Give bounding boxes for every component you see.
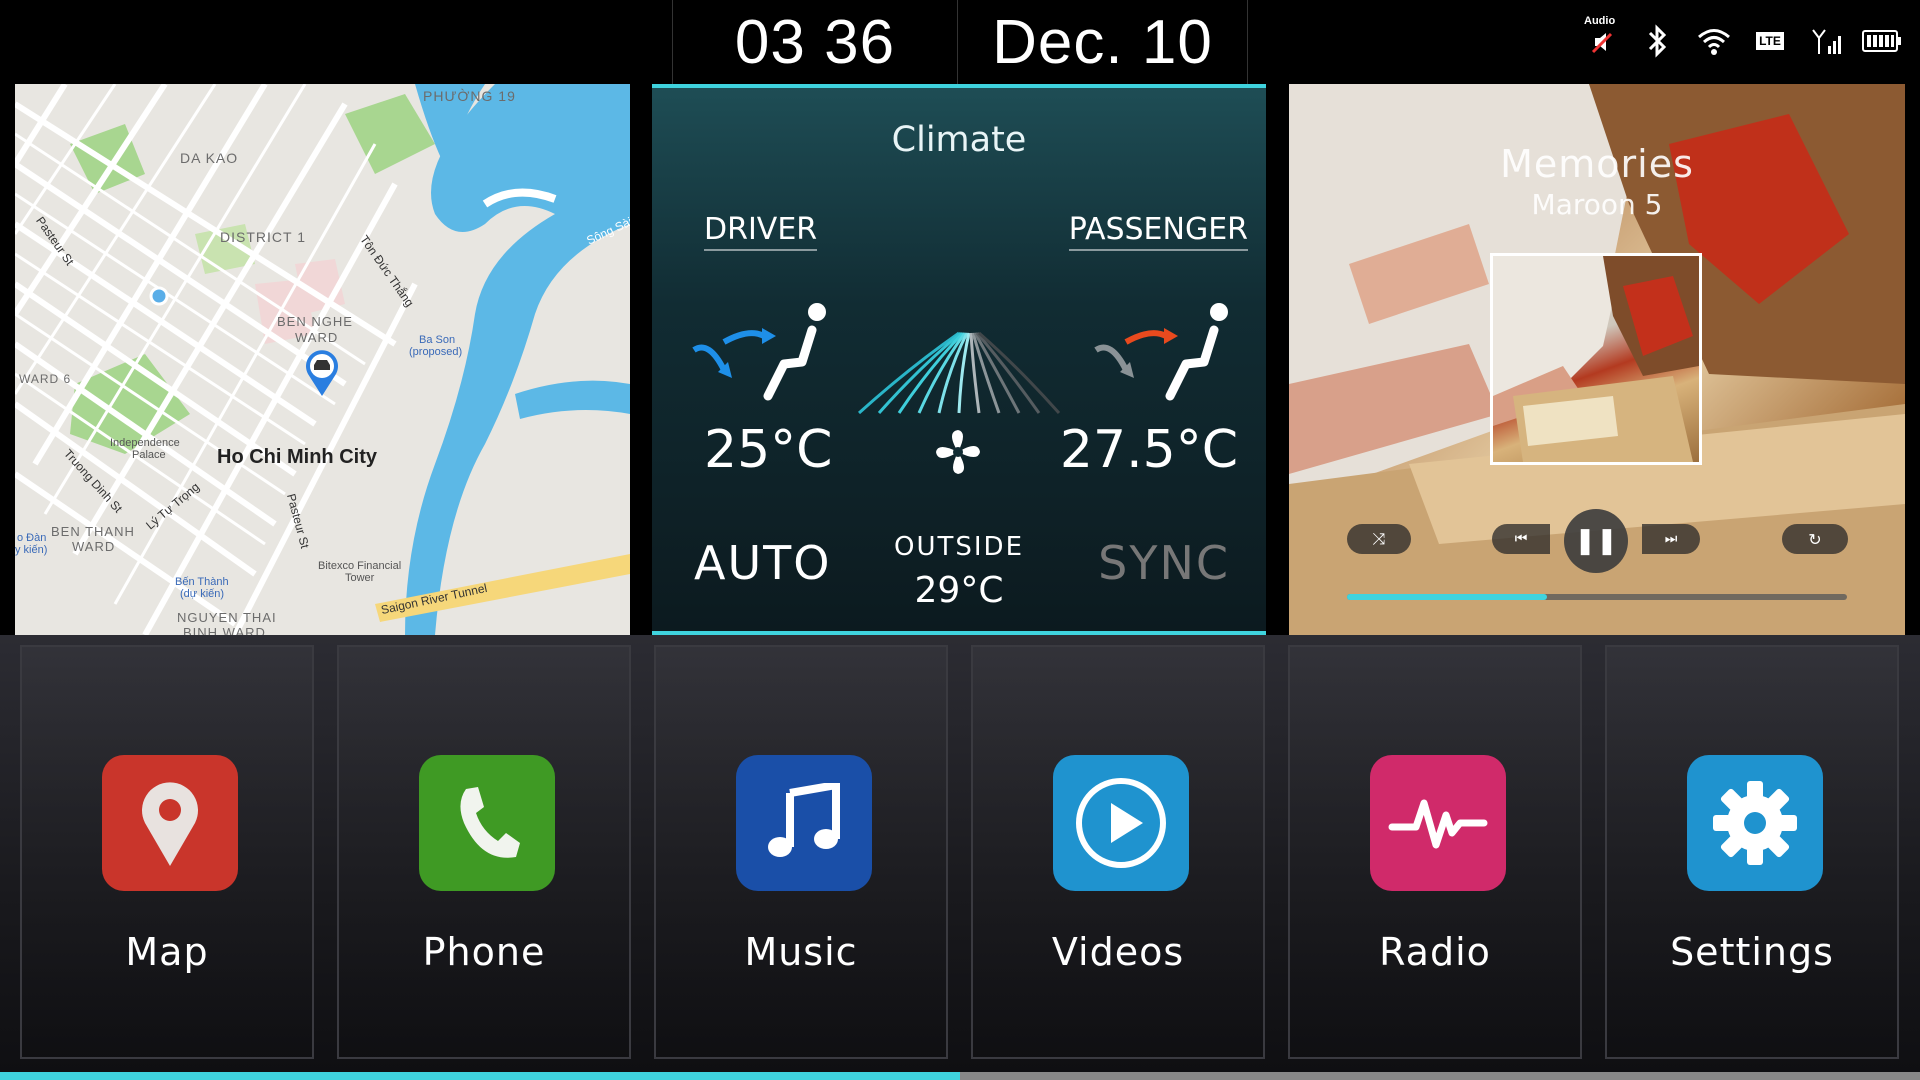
map-label-ba-son: Ba Son xyxy=(419,334,456,346)
map-label-bo-dan: o Đàn xyxy=(17,532,47,544)
lte-icon[interactable]: LTE xyxy=(1750,21,1790,61)
audio-muted-icon[interactable]: Audio xyxy=(1582,15,1622,61)
passenger-temperature[interactable]: 27.5°C xyxy=(1060,420,1238,480)
map-label-district1: DISTRICT 1 xyxy=(220,229,306,245)
map-label-bitexco: Bitexco Financial xyxy=(318,560,402,572)
map-pin-icon xyxy=(102,755,238,891)
passenger-seat-airflow-icon[interactable] xyxy=(1086,300,1236,410)
wifi-icon[interactable] xyxy=(1694,21,1734,61)
map-label-binh-ward: BINH WARD xyxy=(183,625,266,635)
map-label-ben-thanh: BEN THANH xyxy=(51,524,135,539)
song-progress-fill xyxy=(1347,594,1547,600)
map-label-tower: Tower xyxy=(345,572,375,584)
sync-button[interactable]: SYNC xyxy=(1098,536,1230,590)
map-widget[interactable]: PHƯỜNG 19 DA KAO DISTRICT 1 BEN NGHE WAR… xyxy=(15,84,630,635)
app-tile-music[interactable]: Music xyxy=(654,645,948,1059)
map-label-proposed: (proposed) xyxy=(409,346,463,358)
music-widget[interactable]: Memories Maroon 5 ⤨ ⏮ ❚❚ ⏭ ↻ xyxy=(1289,84,1905,635)
map-label-city: Ho Chi Minh City xyxy=(217,446,377,468)
fan-icon[interactable] xyxy=(934,428,982,476)
bluetooth-icon[interactable] xyxy=(1638,21,1678,61)
song-title: Memories xyxy=(1500,142,1694,186)
app-label-radio: Radio xyxy=(1379,930,1491,974)
climate-title: Climate xyxy=(891,120,1027,160)
app-label-videos: Videos xyxy=(1051,930,1185,974)
repeat-icon[interactable]: ↻ xyxy=(1782,524,1848,554)
map-label-da-kao: DA KAO xyxy=(180,150,239,166)
app-label-settings: Settings xyxy=(1670,930,1834,974)
climate-widget[interactable]: Climate DRIVER PASSENGER 25°C 27.5°C AUT… xyxy=(652,84,1266,635)
album-art[interactable] xyxy=(1490,253,1702,465)
map-label-palace: Palace xyxy=(132,449,166,461)
driver-temperature[interactable]: 25°C xyxy=(704,420,832,480)
app-tile-radio[interactable]: Radio xyxy=(1288,645,1582,1059)
status-bar: 03 36 Dec. 10 Audio LTE xyxy=(0,0,1920,84)
song-progress-bar[interactable] xyxy=(1347,594,1847,600)
app-launcher: Map Phone Music Videos Radio Settings xyxy=(0,635,1920,1072)
status-icons: Audio LTE xyxy=(1582,15,1902,64)
lte-label: LTE xyxy=(1756,32,1784,50)
map-label-kien: y kiến) xyxy=(15,544,48,556)
battery-icon[interactable] xyxy=(1862,21,1902,61)
app-tile-settings[interactable]: Settings xyxy=(1605,645,1899,1059)
clock-date: Dec. 10 xyxy=(958,0,1248,84)
next-icon[interactable]: ⏭ xyxy=(1642,524,1700,554)
app-label-map: Map xyxy=(125,930,209,974)
app-label-phone: Phone xyxy=(422,930,546,974)
play-icon xyxy=(1053,755,1189,891)
gear-icon xyxy=(1687,755,1823,891)
driver-seat-airflow-icon[interactable] xyxy=(684,300,834,410)
previous-icon[interactable]: ⏮ xyxy=(1492,524,1550,554)
audio-label: Audio xyxy=(1584,15,1616,27)
map-label-ben-nghe: BEN NGHE xyxy=(277,314,353,329)
app-tile-phone[interactable]: Phone xyxy=(337,645,631,1059)
app-tile-map[interactable]: Map xyxy=(20,645,314,1059)
page-indicator-active xyxy=(0,1072,960,1080)
app-tile-videos[interactable]: Videos xyxy=(971,645,1265,1059)
airflow-visual-icon xyxy=(857,331,1061,415)
song-artist: Maroon 5 xyxy=(1531,188,1663,221)
pause-icon[interactable]: ❚❚ xyxy=(1564,509,1628,573)
map-label-ben-nghe-ward: WARD xyxy=(295,330,339,345)
map-label-ben-thanh-ward: WARD xyxy=(72,539,116,554)
map-label-du-kien: (dự kiến) xyxy=(180,588,225,600)
clock-time: 03 36 xyxy=(672,0,958,84)
app-label-music: Music xyxy=(744,930,858,974)
phone-icon xyxy=(419,755,555,891)
map-label-independence: Independence xyxy=(110,437,180,449)
page-indicator xyxy=(0,1072,1920,1080)
radio-wave-icon xyxy=(1370,755,1506,891)
map-label-phuong19: PHƯỜNG 19 xyxy=(423,88,516,104)
passenger-zone-label[interactable]: PASSENGER xyxy=(1068,212,1248,251)
driver-zone-label[interactable]: DRIVER xyxy=(704,212,818,251)
map-label-ben-thanh-station: Bến Thành xyxy=(175,576,229,588)
map-label-nguyen-thai: NGUYEN THAI xyxy=(177,610,277,625)
cellular-signal-icon[interactable] xyxy=(1806,21,1846,61)
map-label-ward6: WARD 6 xyxy=(19,372,72,386)
music-note-icon xyxy=(736,755,872,891)
car-location-pin-icon[interactable] xyxy=(302,346,342,398)
shuffle-icon[interactable]: ⤨ xyxy=(1347,524,1411,554)
